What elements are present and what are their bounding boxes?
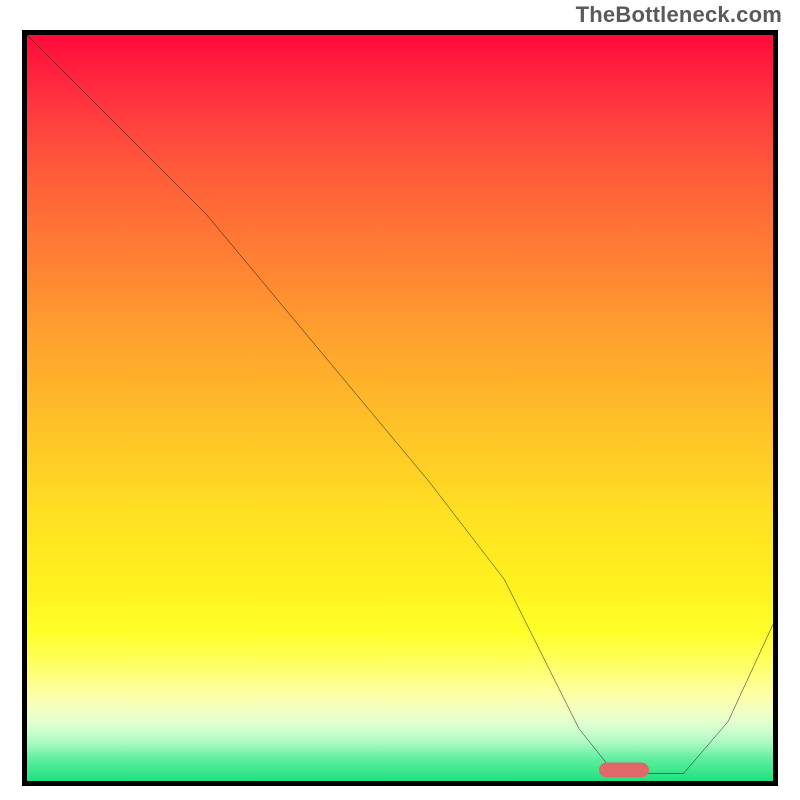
optimal-range-marker <box>599 762 649 777</box>
watermark-text: TheBottleneck.com <box>576 2 782 28</box>
bottleneck-curve <box>27 35 773 781</box>
chart-container: TheBottleneck.com <box>0 0 800 800</box>
plot-area <box>22 30 778 786</box>
